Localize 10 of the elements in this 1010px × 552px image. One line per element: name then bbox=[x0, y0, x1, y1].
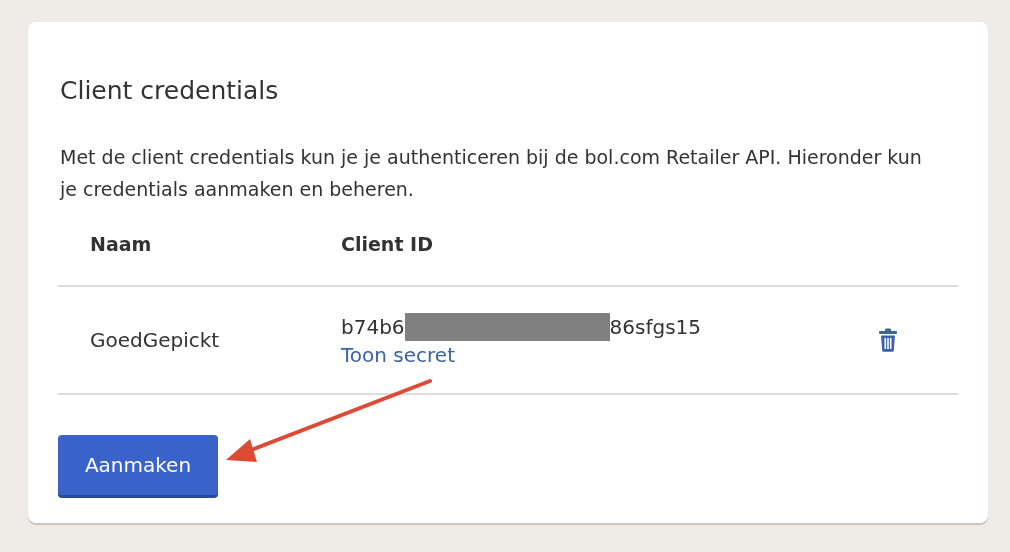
delete-icon[interactable] bbox=[878, 328, 898, 352]
create-button[interactable]: Aanmaken bbox=[58, 435, 218, 495]
description-text: Met de client credentials kun je je authenticeren bij de bol.com Retailer API. Hieronder kun je credentials aanmaken en beheren. bbox=[60, 145, 923, 202]
column-header: Naam bbox=[90, 233, 153, 255]
table-cell-text: GoedGepickt bbox=[90, 328, 221, 352]
card-title: Client credentials bbox=[60, 78, 280, 103]
client-id-text: b74b6 bbox=[341, 315, 405, 339]
show-secret-link[interactable]: Toon secret bbox=[341, 343, 455, 367]
client-id-text: 86sfgs15 bbox=[609, 315, 702, 339]
column-header: Client ID bbox=[341, 233, 433, 255]
